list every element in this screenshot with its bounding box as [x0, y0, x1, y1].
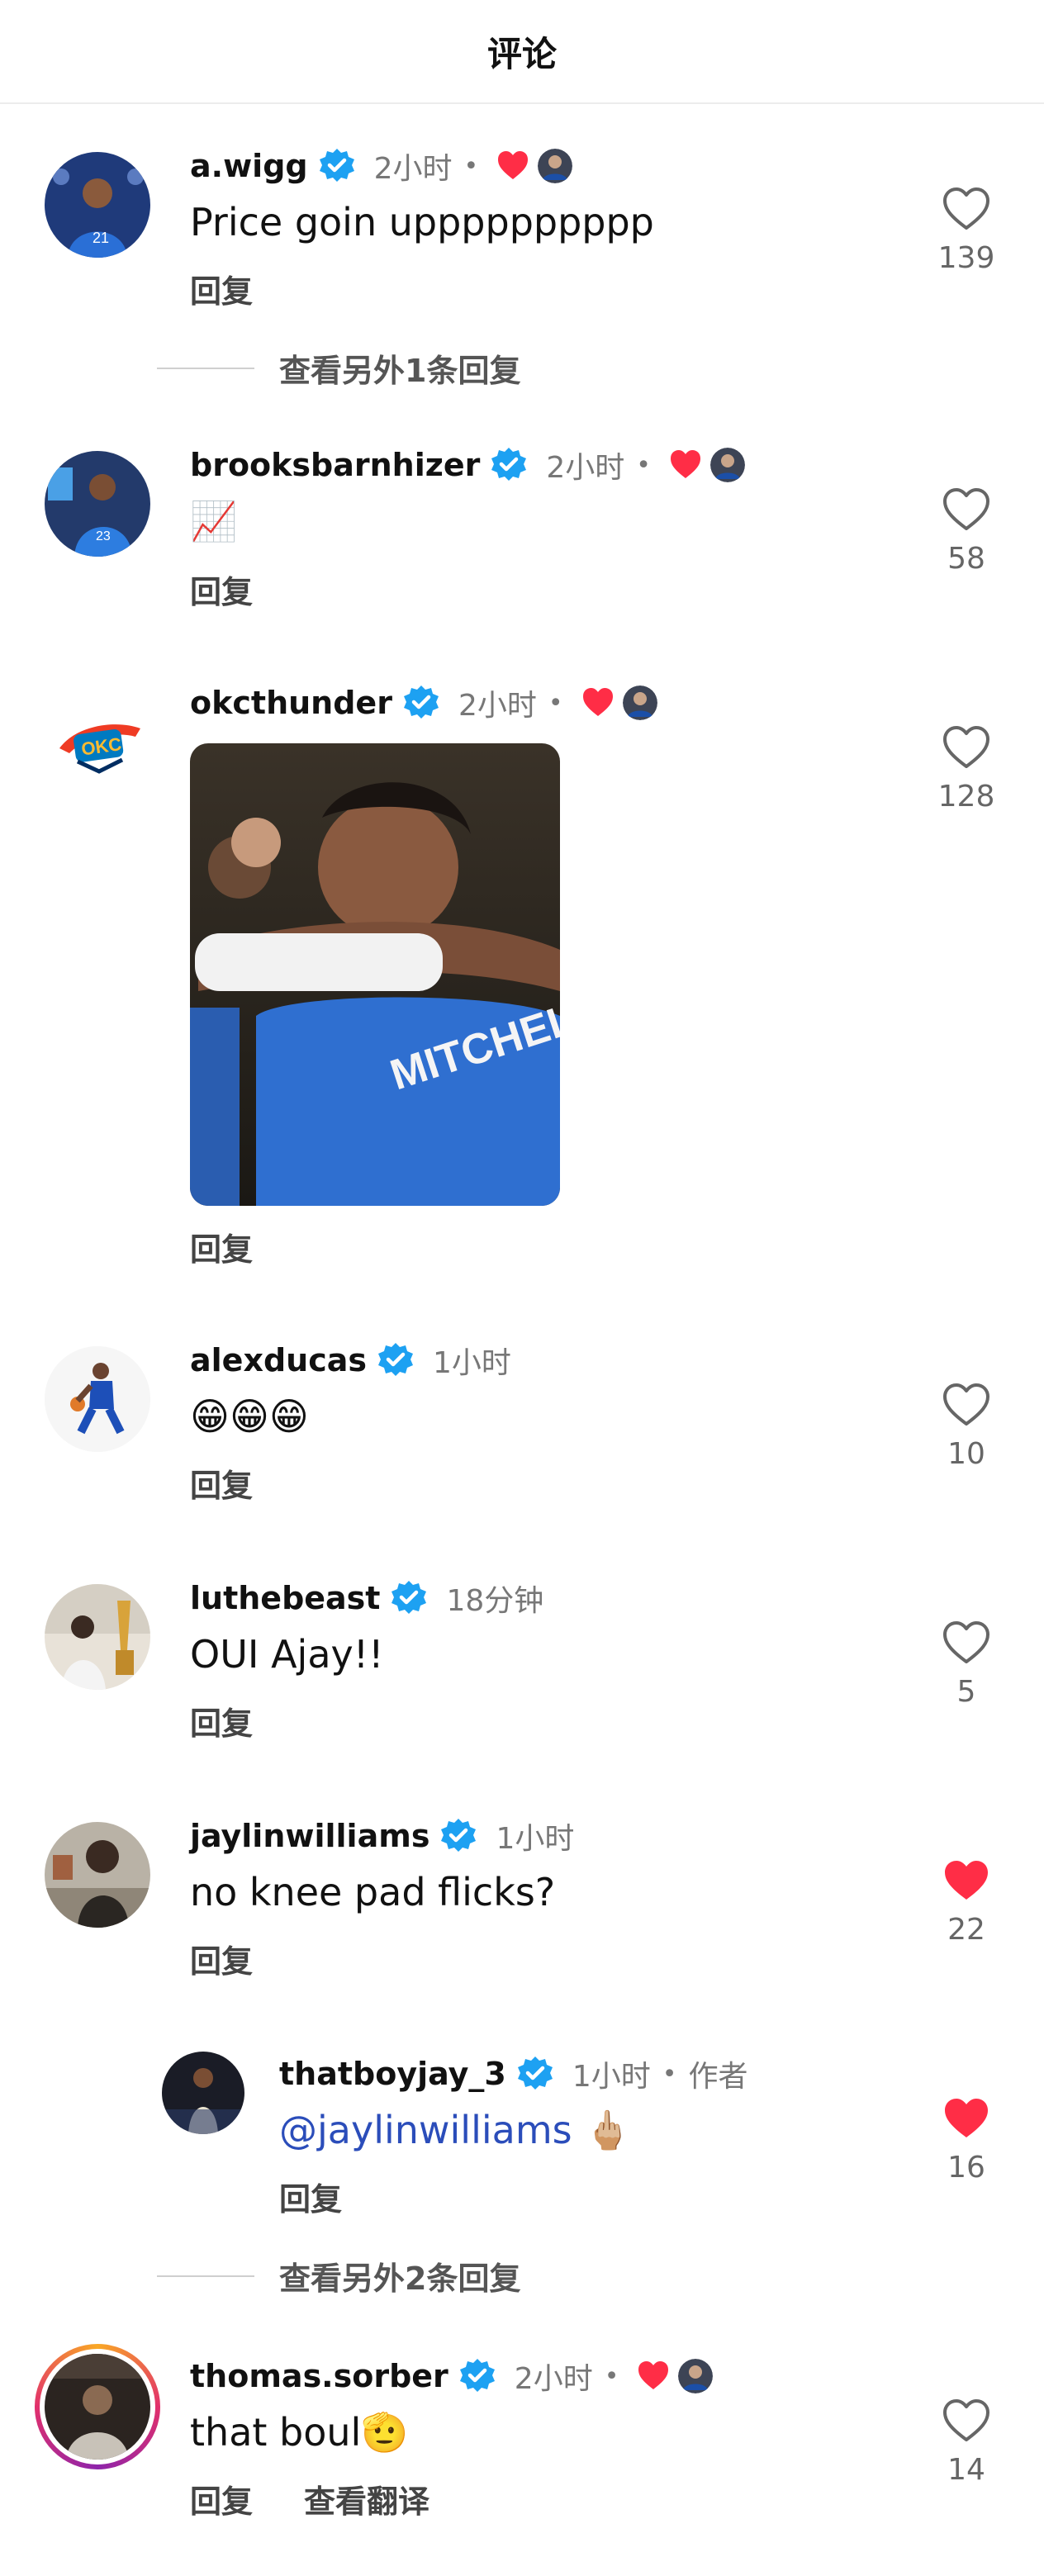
like-count: 22 — [947, 1913, 985, 1947]
verified-icon — [458, 2357, 496, 2395]
timestamp: 2小时 — [514, 2362, 593, 2396]
author-tag: 作者 — [688, 2060, 748, 2094]
verified-icon — [377, 1341, 415, 1379]
like-count: 5 — [956, 1675, 976, 1709]
separator-dot: • — [636, 450, 651, 480]
reply-button[interactable]: 回复 — [279, 2174, 342, 2219]
translate-button[interactable]: 查看翻译 — [304, 2476, 429, 2521]
page-title: 评论 — [486, 33, 557, 74]
comment-text: 😁😁😁 — [190, 1394, 309, 1439]
timestamp: 18分钟 — [446, 1584, 544, 1618]
verified-icon — [402, 684, 440, 722]
timestamp: 2小时 — [546, 451, 625, 485]
username[interactable]: alexducas — [190, 1342, 367, 1378]
avatar[interactable]: OKC — [45, 690, 150, 796]
like-heart-icon[interactable] — [942, 725, 990, 770]
like-count: 128 — [937, 780, 995, 814]
username[interactable]: thomas.sorber — [190, 2358, 448, 2394]
view-more-replies-label: 查看另外1条回复 — [279, 353, 521, 389]
separator-dot: • — [463, 151, 479, 181]
timestamp: 2小时 — [373, 152, 453, 186]
liked-by-author-heart-icon — [498, 151, 529, 179]
comment-text: 📈 — [190, 499, 238, 543]
avatar[interactable]: 21 — [45, 152, 150, 258]
like-count: 14 — [947, 2453, 985, 2487]
mention-link[interactable]: @jaylinwilliams — [279, 2108, 572, 2152]
verified-icon — [439, 1817, 477, 1855]
verified-icon — [516, 2055, 554, 2093]
like-heart-filled-icon[interactable] — [942, 2096, 990, 2141]
like-heart-icon[interactable] — [942, 2398, 990, 2443]
avatar[interactable]: 23 — [45, 451, 150, 557]
avatar-with-story-ring[interactable] — [35, 2344, 160, 2469]
username[interactable]: a.wigg — [190, 148, 308, 184]
reply-button[interactable]: 回复 — [190, 266, 253, 311]
gif-attachment[interactable]: MITCHELL 25 — [190, 743, 560, 1206]
view-more-replies-button[interactable]: 查看另外1条回复 — [157, 345, 520, 391]
separator-dot: • — [548, 688, 563, 718]
timestamp: 1小时 — [433, 1346, 511, 1380]
separator-dot: • — [604, 2361, 619, 2391]
reply-emoji: 🖕🏼 — [584, 2108, 632, 2152]
like-heart-icon[interactable] — [942, 1620, 990, 1665]
avatar[interactable] — [162, 2052, 244, 2134]
author-avatar-icon — [678, 2359, 714, 2393]
divider — [157, 2275, 254, 2277]
avatar[interactable] — [45, 1822, 150, 1928]
author-avatar-icon — [538, 149, 573, 183]
reply-button[interactable]: 回复 — [190, 567, 253, 612]
view-more-replies-button[interactable]: 查看另外2条回复 — [157, 2253, 520, 2298]
comment-text: @jaylinwilliams 🖕🏼 — [279, 2108, 632, 2153]
author-avatar-icon — [710, 448, 745, 482]
avatar[interactable] — [45, 1346, 150, 1452]
liked-by-author-heart-icon — [638, 2361, 669, 2389]
verified-icon — [490, 446, 528, 484]
like-count: 10 — [947, 1437, 985, 1471]
username[interactable]: thatboyjay_3 — [279, 2056, 506, 2092]
username[interactable]: luthebeast — [190, 1580, 380, 1616]
comments-header: 评论 — [0, 0, 1044, 104]
view-more-replies-label: 查看另外2条回复 — [279, 2261, 521, 2297]
like-count: 16 — [947, 2151, 985, 2185]
divider — [157, 367, 254, 369]
timestamp: 2小时 — [458, 689, 537, 723]
like-count: 58 — [947, 542, 985, 576]
reply-button[interactable]: 回复 — [190, 1460, 253, 1506]
liked-by-author-heart-icon — [582, 688, 613, 716]
comment-text: OUI Ajay!! — [190, 1632, 384, 1677]
like-heart-icon[interactable] — [942, 187, 990, 231]
verified-icon — [390, 1579, 428, 1617]
svg-text:21: 21 — [93, 230, 109, 246]
reply-button[interactable]: 回复 — [190, 2476, 253, 2521]
svg-text:23: 23 — [96, 529, 111, 543]
liked-by-author-heart-icon — [671, 450, 700, 478]
okc-logo-icon: OKC — [59, 724, 140, 774]
like-count: 139 — [937, 241, 995, 275]
reply-button[interactable]: 回复 — [190, 1698, 253, 1743]
avatar[interactable] — [45, 1584, 150, 1690]
username[interactable]: brooksbarnhizer — [190, 447, 480, 483]
like-heart-filled-icon[interactable] — [942, 1858, 990, 1903]
username[interactable]: okcthunder — [190, 685, 392, 721]
verified-icon — [318, 147, 356, 185]
username[interactable]: jaylinwilliams — [190, 1818, 429, 1854]
comment-text: no knee pad flicks? — [190, 1870, 556, 1914]
like-heart-icon[interactable] — [942, 1383, 990, 1427]
reply-button[interactable]: 回复 — [190, 1936, 253, 1981]
comment-text: Price goin upppppppppp — [190, 200, 654, 244]
timestamp: 1小时 — [572, 2060, 651, 2094]
author-avatar-icon — [622, 686, 657, 720]
comment-text: that boul🫡 — [190, 2410, 409, 2455]
like-heart-icon[interactable] — [942, 487, 990, 532]
separator-dot: • — [662, 2059, 677, 2089]
timestamp: 1小时 — [496, 1822, 575, 1856]
reply-button[interactable]: 回复 — [190, 1224, 253, 1269]
